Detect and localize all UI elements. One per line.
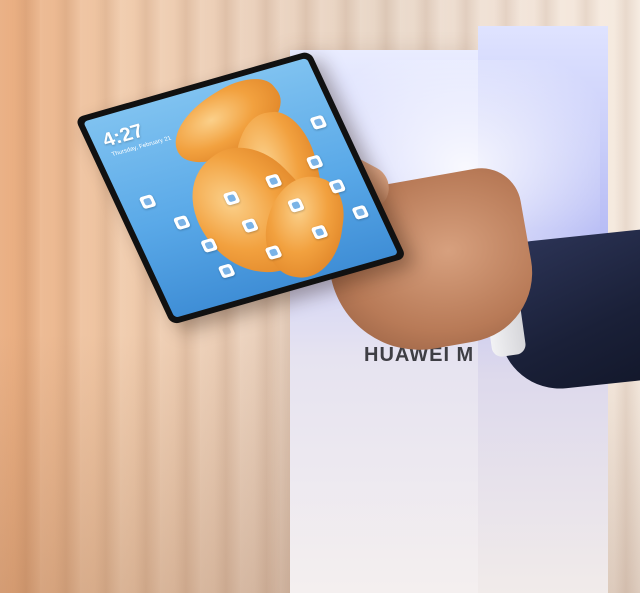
app-icon <box>309 114 328 131</box>
app-icon <box>351 204 370 221</box>
photo-scene: HUAWEI M 4:27 Thursday, February 21 <box>0 0 640 593</box>
app-icon <box>172 214 191 231</box>
app-icon <box>138 194 157 210</box>
app-icon <box>217 263 236 279</box>
